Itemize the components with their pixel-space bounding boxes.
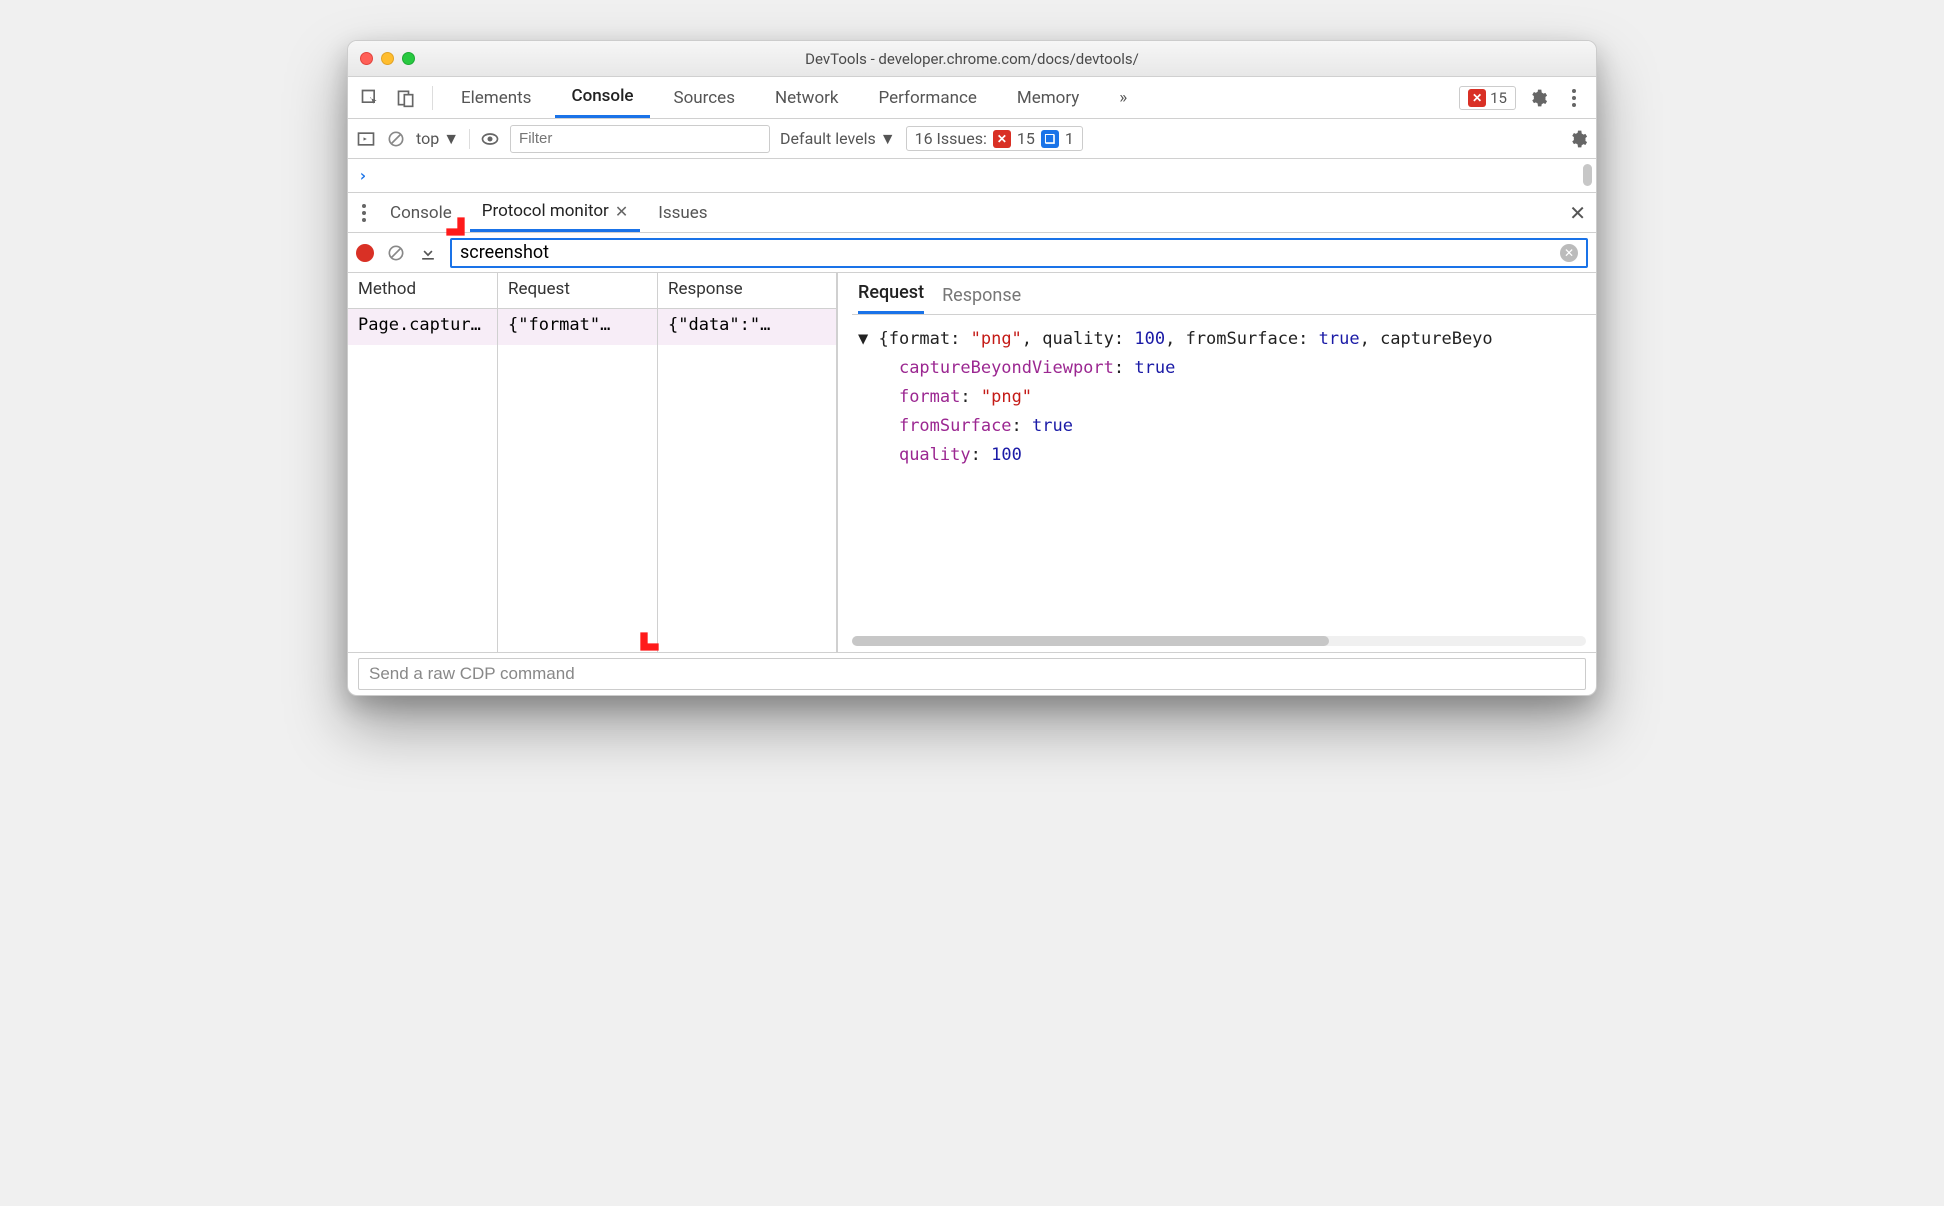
- devtools-window: DevTools - developer.chrome.com/docs/dev…: [347, 40, 1597, 696]
- table-row[interactable]: Page.captur… {"format"… {"data":"…: [348, 309, 837, 345]
- cell-method: Page.captur…: [348, 309, 498, 345]
- close-window-button[interactable]: [360, 52, 373, 65]
- issues-info-count: 1: [1065, 129, 1074, 148]
- close-drawer-icon[interactable]: ✕: [1569, 201, 1586, 225]
- cell-request: {"format"…: [498, 309, 658, 345]
- context-label: top: [416, 129, 439, 148]
- drawer-tab-label: Protocol monitor: [482, 201, 609, 221]
- prompt-chevron-icon: ›: [358, 166, 368, 185]
- drawer-more-icon[interactable]: [356, 204, 372, 222]
- scrollbar-thumb[interactable]: [1583, 164, 1592, 186]
- console-prompt[interactable]: ›: [348, 159, 1596, 193]
- tab-performance[interactable]: Performance: [863, 77, 993, 118]
- clear-filter-icon[interactable]: ✕: [1560, 244, 1578, 262]
- console-settings-icon[interactable]: [1568, 129, 1588, 149]
- protocol-table: Method Request Response Page.captur… {"f…: [348, 273, 838, 652]
- download-icon[interactable]: [418, 243, 438, 263]
- console-toolbar: top ▼ Default levels ▼ 16 Issues: ✕ 15 ❏…: [348, 119, 1596, 159]
- error-icon: ✕: [993, 130, 1011, 148]
- issues-label: 16 Issues:: [915, 129, 987, 148]
- console-sidebar-toggle-icon[interactable]: [356, 129, 376, 149]
- device-toolbar-icon[interactable]: [392, 84, 420, 112]
- protocol-monitor-body: Method Request Response Page.captur… {"f…: [348, 273, 1596, 653]
- drawer-tab-label: Console: [390, 203, 452, 223]
- json-viewer[interactable]: ▼ {format: "png", quality: 100, fromSurf…: [852, 315, 1596, 479]
- clear-log-icon[interactable]: [386, 243, 406, 263]
- maximize-window-button[interactable]: [402, 52, 415, 65]
- protocol-monitor-toolbar: ✕: [348, 233, 1596, 273]
- console-filter-input[interactable]: [510, 125, 770, 153]
- tab-sources[interactable]: Sources: [658, 77, 751, 118]
- minimize-window-button[interactable]: [381, 52, 394, 65]
- settings-icon[interactable]: [1524, 84, 1552, 112]
- drawer-tab-label: Issues: [658, 203, 707, 223]
- table-header: Method Request Response: [348, 273, 837, 309]
- chevron-down-icon: ▼: [880, 129, 896, 149]
- error-icon: ✕: [1468, 89, 1486, 107]
- record-button[interactable]: [356, 244, 374, 262]
- detail-tab-request[interactable]: Request: [858, 282, 924, 314]
- protocol-filter-input[interactable]: [460, 242, 1560, 263]
- main-tabstrip: Elements Console Sources Network Perform…: [348, 77, 1596, 119]
- detail-tabs: Request Response: [852, 273, 1596, 315]
- separator: [432, 86, 433, 110]
- clear-console-icon[interactable]: [386, 129, 406, 149]
- protocol-filter-wrapper: ✕: [450, 238, 1588, 268]
- issues-badge[interactable]: 16 Issues: ✕ 15 ❏ 1: [906, 126, 1083, 151]
- horizontal-scrollbar[interactable]: [852, 636, 1586, 646]
- col-method[interactable]: Method: [348, 273, 498, 308]
- drawer-tab-console[interactable]: Console: [378, 193, 464, 232]
- error-count: 15: [1490, 89, 1507, 107]
- inspect-element-icon[interactable]: [356, 84, 384, 112]
- more-menu-icon[interactable]: [1560, 84, 1588, 112]
- col-response[interactable]: Response: [658, 273, 837, 308]
- window-controls: [360, 52, 415, 65]
- error-count-badge[interactable]: ✕ 15: [1459, 86, 1516, 110]
- info-icon: ❏: [1041, 130, 1059, 148]
- drawer-tab-issues[interactable]: Issues: [646, 193, 719, 232]
- context-selector[interactable]: top ▼: [416, 129, 470, 149]
- detail-tab-response[interactable]: Response: [942, 285, 1021, 314]
- protocol-detail-pane: Request Response ▼ {format: "png", quali…: [838, 273, 1596, 652]
- issues-error-count: 15: [1017, 129, 1035, 148]
- levels-label: Default levels: [780, 129, 876, 148]
- cdp-command-row: [348, 653, 1596, 695]
- table-blank: [348, 345, 837, 652]
- drawer-tabstrip: Console Protocol monitor ✕ Issues ✕: [348, 193, 1596, 233]
- col-request[interactable]: Request: [498, 273, 658, 308]
- tab-memory[interactable]: Memory: [1001, 77, 1095, 118]
- window-title: DevTools - developer.chrome.com/docs/dev…: [348, 50, 1596, 68]
- tab-more[interactable]: »: [1103, 77, 1143, 118]
- titlebar: DevTools - developer.chrome.com/docs/dev…: [348, 41, 1596, 77]
- drawer-tab-protocol-monitor[interactable]: Protocol monitor ✕: [470, 193, 640, 232]
- live-expression-icon[interactable]: [480, 129, 500, 149]
- tab-network[interactable]: Network: [759, 77, 855, 118]
- expand-toggle-icon[interactable]: ▼: [858, 329, 878, 349]
- scrollbar-thumb[interactable]: [852, 636, 1329, 646]
- cdp-command-input[interactable]: [358, 658, 1586, 690]
- cell-response: {"data":"…: [658, 309, 837, 345]
- tab-console[interactable]: Console: [555, 77, 649, 118]
- tab-elements[interactable]: Elements: [445, 77, 547, 118]
- chevron-down-icon: ▼: [443, 129, 459, 149]
- close-tab-icon[interactable]: ✕: [615, 202, 628, 221]
- log-levels-selector[interactable]: Default levels ▼: [780, 129, 896, 149]
